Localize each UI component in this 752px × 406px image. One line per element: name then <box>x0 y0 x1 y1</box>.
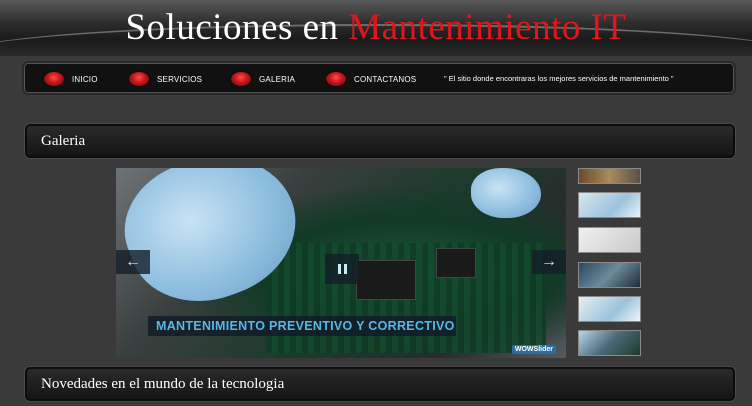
slide-chip <box>436 248 476 278</box>
slider-thumbnail[interactable] <box>578 227 641 253</box>
slider-thumbnails <box>578 168 641 358</box>
red-dot-icon <box>44 72 64 86</box>
nav-label: SERVICIOS <box>157 74 203 84</box>
slider-thumbnail[interactable] <box>578 192 641 218</box>
red-dot-icon <box>129 72 149 86</box>
gallery-title: Galeria <box>41 133 86 149</box>
news-section-header: Novedades en el mundo de la tecnologia <box>25 367 735 401</box>
pause-icon <box>337 264 341 274</box>
gallery-section-header: Galeria <box>25 124 735 158</box>
nav-label: INICIO <box>72 74 98 84</box>
nav-label: GALERIA <box>259 74 296 84</box>
main-nav: INICIO SERVICIOS GALERIA CONTACTANOS " E… <box>22 61 736 95</box>
nav-item-galeria[interactable]: GALERIA <box>231 69 295 89</box>
slider-thumbnail[interactable] <box>578 330 641 356</box>
arrow-right-icon: → <box>541 253 557 270</box>
slider-next-button[interactable]: → <box>532 250 566 274</box>
nav-tagline: " El sitio donde encontraras los mejores… <box>444 74 674 83</box>
nav-label: CONTACTANOS <box>354 74 417 84</box>
site-header: Soluciones en Mantenimiento IT <box>0 0 752 56</box>
red-dot-icon <box>326 72 346 86</box>
site-title-part2: Mantenimiento IT <box>348 7 627 48</box>
slider-thumbnail[interactable] <box>578 168 641 184</box>
nav-item-servicios[interactable]: SERVICIOS <box>129 69 202 89</box>
nav-item-contactanos[interactable]: CONTACTANOS <box>326 69 416 89</box>
news-title: Novedades en el mundo de la tecnologia <box>41 376 285 392</box>
nav-item-inicio[interactable]: INICIO <box>44 69 98 89</box>
slide-glove-right <box>471 168 541 218</box>
wowslider-badge[interactable]: WOWSlider <box>511 345 556 354</box>
slider-prev-button[interactable]: ← <box>116 250 150 274</box>
arrow-left-icon: ← <box>125 253 141 270</box>
slide-chip <box>356 260 416 300</box>
red-dot-icon <box>231 72 251 86</box>
slider-thumbnail[interactable] <box>578 296 641 322</box>
site-title-part1: Soluciones en <box>125 7 339 48</box>
slide-caption: MANTENIMIENTO PREVENTIVO Y CORRECTIVO <box>148 316 456 336</box>
image-slider[interactable]: ← → MANTENIMIENTO PREVENTIVO Y CORRECTIV… <box>116 168 566 358</box>
slider-pause-button[interactable] <box>325 254 359 284</box>
slider-thumbnail[interactable] <box>578 262 641 288</box>
site-title: Soluciones en Mantenimiento IT <box>0 6 752 50</box>
